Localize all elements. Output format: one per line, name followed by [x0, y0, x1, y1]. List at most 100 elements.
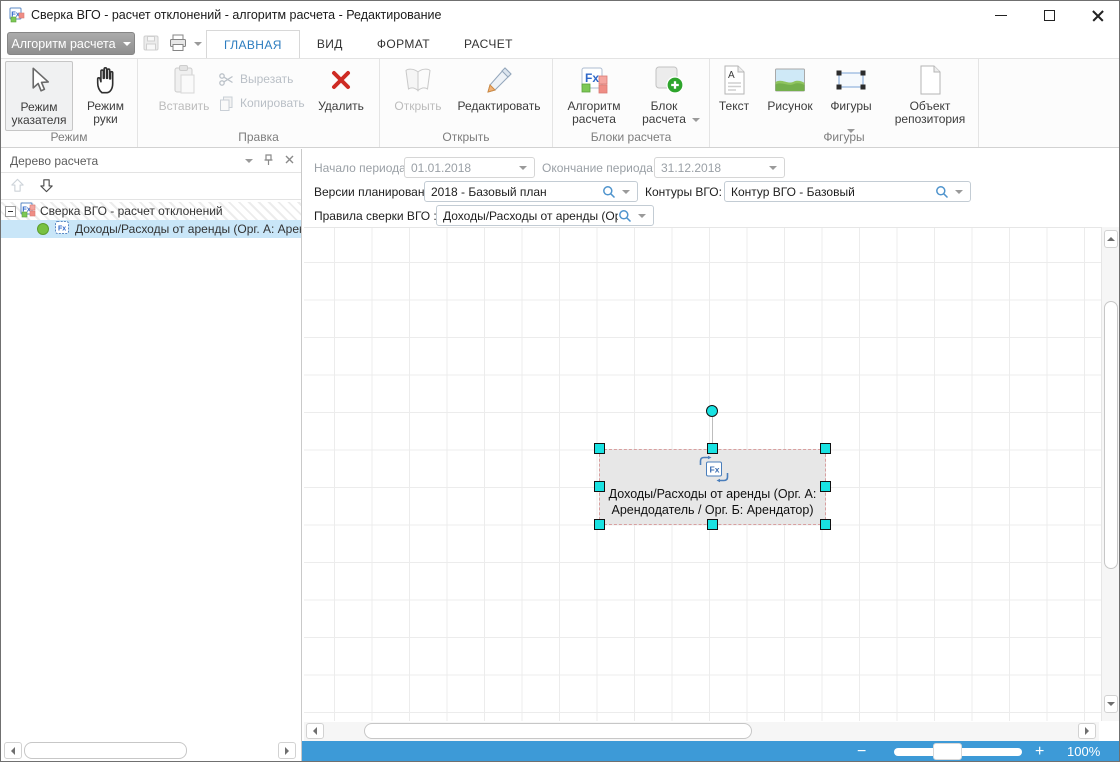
handle-top-right[interactable]	[820, 443, 831, 454]
arrow-down-icon	[38, 177, 55, 194]
handle-top-middle[interactable]	[707, 443, 718, 454]
period-start-label: Начало периода:	[314, 161, 409, 175]
paste-label: Вставить	[151, 100, 217, 113]
zoom-out-button[interactable]: −	[857, 741, 866, 762]
period-end-combo[interactable]: 31.12.2018	[654, 157, 785, 178]
qat-dropdown-button[interactable]	[194, 42, 202, 46]
canvas-vscrollbar[interactable]	[1101, 227, 1119, 721]
open-button[interactable]: Открыть	[386, 61, 450, 131]
canvas-hscrollbar[interactable]	[304, 722, 1099, 741]
tree-root-row[interactable]: Fx Сверка ВГО - расчет отклонений	[1, 202, 301, 220]
save-icon	[142, 34, 160, 52]
period-start-combo[interactable]: 01.01.2018	[404, 157, 535, 178]
collapse-expander-icon[interactable]	[5, 206, 16, 217]
paste-button[interactable]: Вставить	[151, 61, 217, 131]
maximize-button[interactable]	[1034, 7, 1064, 24]
hscroll-thumb[interactable]	[364, 723, 752, 739]
paste-icon	[151, 64, 217, 96]
panel-close-button[interactable]	[284, 154, 295, 168]
calc-block-dropdown-icon	[692, 118, 700, 122]
edit-label: Редактировать	[452, 100, 546, 113]
handle-bottom-middle[interactable]	[707, 519, 718, 530]
tab-vid[interactable]: ВИД	[300, 30, 360, 58]
tree-hscroll-left-button[interactable]	[4, 742, 22, 759]
print-button[interactable]	[168, 33, 188, 55]
vgo-rules-combo[interactable]: Доходы/Расходы от аренды (Орг.	[436, 205, 654, 226]
vscroll-thumb[interactable]	[1104, 301, 1118, 569]
hscroll-right-button[interactable]	[1078, 723, 1096, 739]
vscroll-down-button[interactable]	[1104, 695, 1118, 713]
handle-middle-left[interactable]	[594, 481, 605, 492]
vgo-contour-label: Контуры ВГО:	[645, 185, 722, 199]
period-start-value: 01.01.2018	[405, 161, 512, 175]
delete-button[interactable]: Удалить	[308, 61, 374, 131]
save-button[interactable]	[142, 34, 160, 55]
status-dot-icon	[37, 223, 49, 235]
planning-version-combo[interactable]: 2018 - Базовый план	[424, 181, 638, 202]
minimize-icon	[995, 15, 1007, 16]
handle-middle-right[interactable]	[820, 481, 831, 492]
rotation-handle[interactable]	[706, 405, 718, 417]
tree-hscrollbar[interactable]	[2, 741, 300, 760]
tree-child-row[interactable]: Fx Доходы/Расходы от аренды (Орг. А: Аре…	[1, 220, 301, 238]
cursor-arrow-icon	[6, 65, 72, 97]
move-up-button[interactable]	[9, 177, 26, 197]
tab-raschet[interactable]: РАСЧЕТ	[447, 30, 530, 58]
open-label: Открыть	[386, 100, 450, 113]
close-button[interactable]	[1083, 7, 1113, 24]
minimize-button[interactable]	[986, 7, 1016, 24]
planning-version-dropdown-icon	[622, 190, 630, 194]
design-canvas[interactable]: Fx Доходы/Расходы от аренды (Орг. А: Аре…	[304, 227, 1101, 721]
vscroll-up-button[interactable]	[1104, 230, 1118, 248]
tab-format[interactable]: ФОРМАТ	[360, 30, 447, 58]
tab-glavnaya[interactable]: ГЛАВНАЯ	[206, 30, 300, 58]
text-button[interactable]: A Текст	[712, 61, 756, 131]
calc-tree: Fx Сверка ВГО - расчет отклонений Fx	[1, 202, 301, 238]
period-end-dropdown-icon	[769, 166, 777, 170]
shapes-label: Фигуры	[824, 100, 878, 113]
delete-label: Удалить	[308, 100, 374, 113]
handle-bottom-left[interactable]	[594, 519, 605, 530]
cut-button[interactable]: Вырезать	[218, 68, 293, 90]
app-menu-button[interactable]: Алгоритм расчета	[7, 32, 135, 55]
picture-button[interactable]: Рисунок	[762, 61, 818, 131]
copy-button[interactable]: Копировать	[218, 92, 305, 114]
pin-icon	[262, 153, 275, 167]
repo-object-button[interactable]: Объект репозитория	[892, 61, 968, 131]
vgo-contour-combo[interactable]: Контур ВГО - Базовый	[724, 181, 971, 202]
calc-block-shape[interactable]: Fx Доходы/Расходы от аренды (Орг. А: Аре…	[599, 449, 826, 525]
tree-hscroll-thumb[interactable]	[24, 742, 187, 759]
block-add-icon	[635, 64, 701, 96]
maximize-icon	[1044, 10, 1055, 21]
zoom-in-button[interactable]: +	[1035, 741, 1044, 762]
zoom-slider-thumb[interactable]	[933, 743, 962, 760]
tree-hscroll-right-button[interactable]	[278, 742, 296, 759]
close-icon	[1092, 10, 1104, 22]
ribbon-group-mode: Режим указателя Режим руки Режим	[1, 59, 138, 147]
pointer-mode-button[interactable]: Режим указателя	[5, 61, 73, 131]
tree-panel-toolbar	[1, 174, 301, 200]
shapes-button[interactable]: Фигуры	[824, 61, 878, 131]
fx-root-icon: Fx	[20, 202, 36, 220]
zoom-level: 100%	[1067, 741, 1100, 762]
edit-button[interactable]: Редактировать	[452, 61, 546, 131]
hscroll-left-button[interactable]	[306, 723, 324, 739]
ribbon-group-open: Открыть Редактировать Открыть	[380, 59, 553, 147]
text-document-icon: A	[712, 64, 756, 96]
panel-dropdown-button[interactable]	[245, 159, 253, 163]
pin-button[interactable]	[262, 153, 275, 170]
calc-algorithm-label: Алгоритм расчета	[559, 100, 629, 126]
hand-mode-button[interactable]: Режим руки	[77, 61, 134, 131]
vgo-contour-value: Контур ВГО - Базовый	[725, 185, 928, 199]
handle-top-left[interactable]	[594, 443, 605, 454]
delete-x-icon	[308, 64, 374, 96]
calc-block-button[interactable]: Блок расчета	[635, 61, 701, 131]
quick-access-toolbar	[142, 34, 202, 54]
calc-algorithm-button[interactable]: Fx Алгоритм расчета	[559, 61, 629, 131]
picture-icon	[762, 64, 818, 96]
tree-child-label: Доходы/Расходы от аренды (Орг. А: Арендо	[75, 222, 301, 236]
tab-row: Алгоритм расчета ГЛАВНАЯ	[1, 29, 1119, 58]
move-down-button[interactable]	[38, 177, 55, 197]
ribbon: Режим указателя Режим руки Режим	[1, 58, 1119, 148]
handle-bottom-right[interactable]	[820, 519, 831, 530]
